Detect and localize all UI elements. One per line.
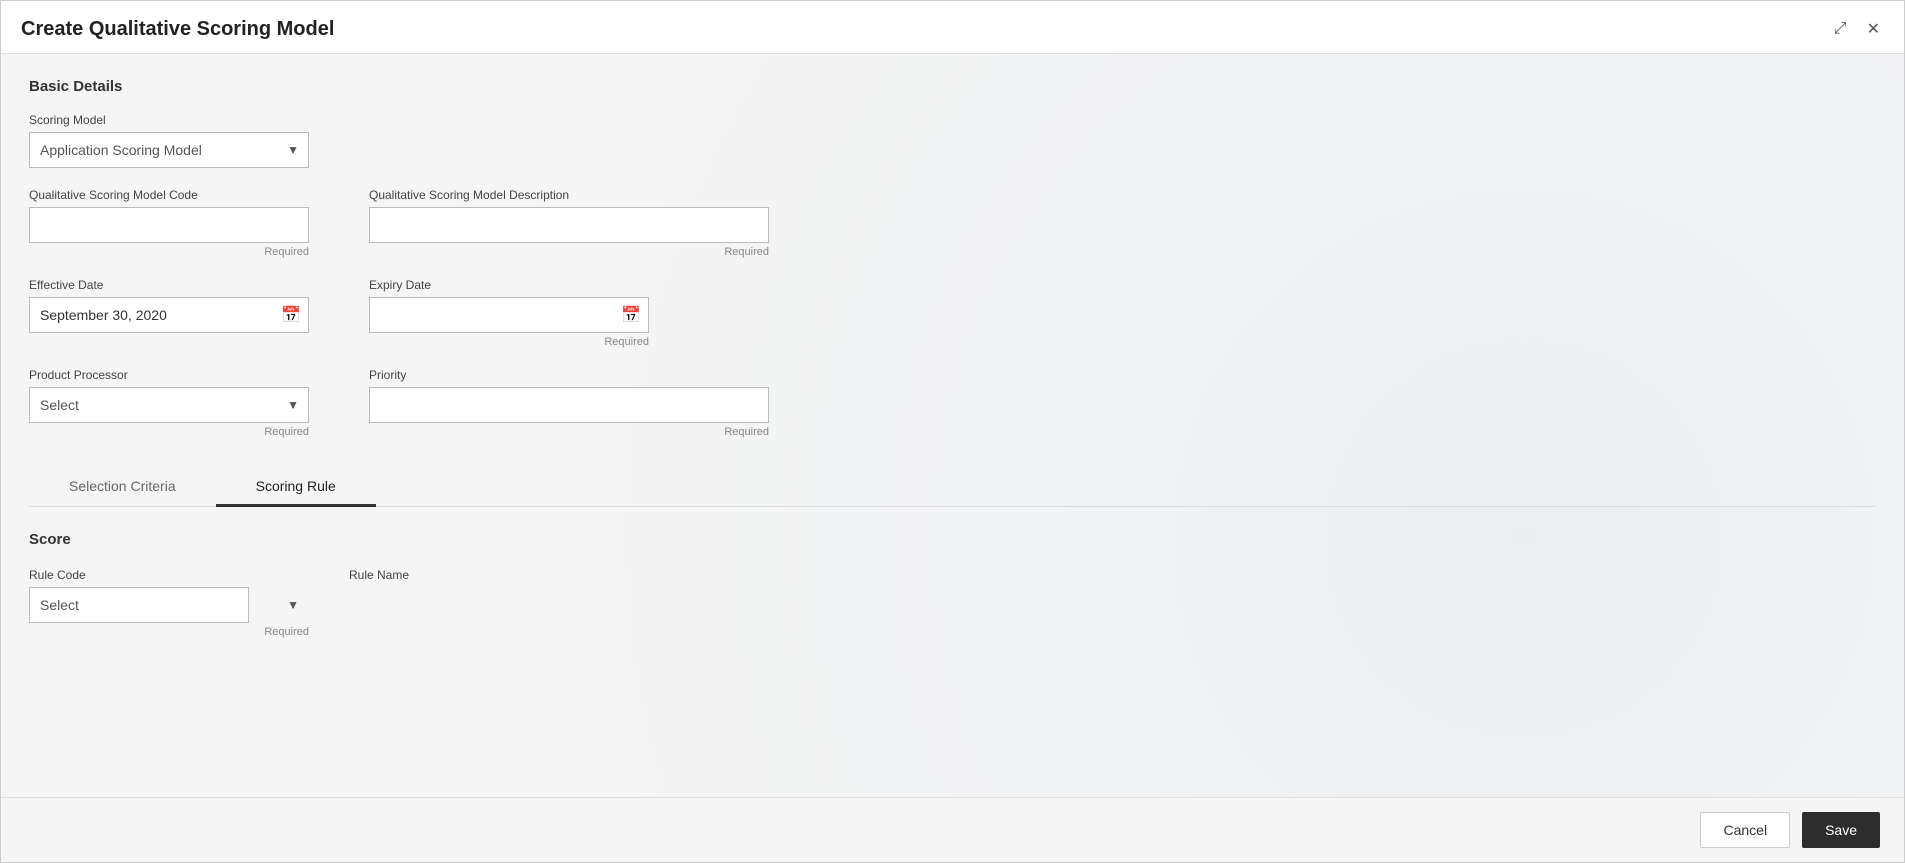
effective-date-calendar-icon[interactable]: 📅: [281, 305, 301, 325]
modal-header: Create Qualitative Scoring Model ⤢ ✕: [1, 1, 1904, 54]
tab-selection-criteria[interactable]: Selection Criteria: [29, 468, 216, 507]
score-form-row: Rule Code Select ▼ Required Rule Name: [29, 568, 1876, 638]
qualitative-code-group: Qualitative Scoring Model Code Required: [29, 188, 309, 258]
expiry-date-wrapper: 📅: [369, 297, 649, 333]
rule-code-select-wrapper: Select ▼: [29, 587, 309, 623]
expiry-date-input[interactable]: [369, 297, 649, 333]
scoring-model-group: Scoring Model Application Scoring Model …: [29, 113, 309, 168]
scoring-model-select-wrapper: Application Scoring Model ▼: [29, 132, 309, 168]
expiry-date-calendar-icon[interactable]: 📅: [621, 305, 641, 325]
score-section-title: Score: [29, 531, 1876, 548]
tabs-container: Selection Criteria Scoring Rule: [29, 468, 1876, 507]
rule-name-label: Rule Name: [349, 568, 629, 582]
scoring-model-label: Scoring Model: [29, 113, 309, 127]
modal-container: Create Qualitative Scoring Model ⤢ ✕ Bas…: [0, 0, 1905, 863]
effective-date-input[interactable]: [29, 297, 309, 333]
qualitative-description-required: Required: [369, 246, 769, 258]
rule-code-group: Rule Code Select ▼ Required: [29, 568, 309, 638]
product-processor-select-wrapper: Select ▼: [29, 387, 309, 423]
qualitative-description-label: Qualitative Scoring Model Description: [369, 188, 769, 202]
modal-footer: Cancel Save: [1, 797, 1904, 862]
rule-code-label: Rule Code: [29, 568, 309, 582]
priority-label: Priority: [369, 368, 769, 382]
basic-details-title: Basic Details: [29, 78, 1876, 95]
qualitative-code-required: Required: [29, 246, 309, 258]
rule-code-required: Required: [29, 626, 309, 638]
product-processor-label: Product Processor: [29, 368, 309, 382]
header-icons: ⤢ ✕: [1830, 17, 1884, 41]
scoring-model-row: Scoring Model Application Scoring Model …: [29, 113, 1876, 168]
expiry-date-required: Required: [369, 336, 649, 348]
close-icon[interactable]: ✕: [1863, 17, 1884, 41]
priority-required: Required: [369, 426, 769, 438]
modal-body: Basic Details Scoring Model Application …: [1, 54, 1904, 862]
priority-group: Priority Required: [369, 368, 769, 438]
save-button[interactable]: Save: [1802, 812, 1880, 848]
qualitative-code-input[interactable]: [29, 207, 309, 243]
processor-priority-row: Product Processor Select ▼ Required Prio…: [29, 368, 1876, 438]
tab-scoring-rule[interactable]: Scoring Rule: [216, 468, 376, 507]
rule-code-arrow-icon: ▼: [287, 598, 299, 612]
qualitative-description-input[interactable]: [369, 207, 769, 243]
effective-date-wrapper: 📅: [29, 297, 309, 333]
scoring-model-select[interactable]: Application Scoring Model: [29, 132, 309, 168]
expiry-date-group: Expiry Date 📅 Required: [369, 278, 649, 348]
product-processor-select[interactable]: Select: [29, 387, 309, 423]
date-row: Effective Date 📅 Expiry Date 📅 Required: [29, 278, 1876, 348]
product-processor-group: Product Processor Select ▼ Required: [29, 368, 309, 438]
effective-date-group: Effective Date 📅: [29, 278, 309, 333]
rule-code-select[interactable]: Select: [29, 587, 249, 623]
cancel-button[interactable]: Cancel: [1700, 812, 1790, 848]
priority-input[interactable]: [369, 387, 769, 423]
expand-icon[interactable]: ⤢: [1830, 18, 1851, 40]
code-description-row: Qualitative Scoring Model Code Required …: [29, 188, 1876, 258]
rule-name-display: [349, 587, 629, 601]
tab-content-scoring-rule: Score Rule Code Select ▼ Required Rule N…: [29, 507, 1876, 662]
rule-name-group: Rule Name: [349, 568, 629, 601]
effective-date-label: Effective Date: [29, 278, 309, 292]
qualitative-code-label: Qualitative Scoring Model Code: [29, 188, 309, 202]
expiry-date-label: Expiry Date: [369, 278, 649, 292]
product-processor-required: Required: [29, 426, 309, 438]
modal-title: Create Qualitative Scoring Model: [21, 18, 334, 41]
qualitative-description-group: Qualitative Scoring Model Description Re…: [369, 188, 769, 258]
